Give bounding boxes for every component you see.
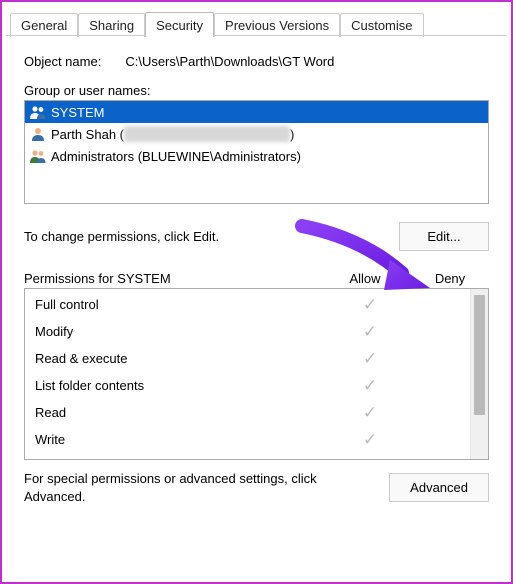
user-icon	[29, 126, 47, 142]
permission-row: Full control✓	[35, 291, 470, 318]
object-name-label: Object name:	[24, 54, 101, 69]
permission-row: Write✓	[35, 426, 470, 453]
permission-allow-check: ✓	[330, 376, 410, 396]
group-icon	[29, 148, 47, 164]
edit-button[interactable]: Edit...	[399, 222, 489, 251]
advanced-row: For special permissions or advanced sett…	[24, 470, 489, 505]
permissions-col-allow: Allow	[319, 271, 411, 286]
user-list-item[interactable]: Parth Shah ()	[25, 123, 488, 145]
permission-allow-check: ✓	[330, 430, 410, 450]
user-name: SYSTEM	[51, 105, 104, 120]
advanced-button[interactable]: Advanced	[389, 473, 489, 502]
permission-name: Modify	[35, 324, 330, 339]
object-name-value: C:\Users\Parth\Downloads\GT Word	[125, 54, 334, 69]
permission-allow-check: ✓	[330, 322, 410, 342]
group-label: Group or user names:	[24, 83, 489, 98]
scrollbar[interactable]	[470, 289, 488, 459]
permission-row: Modify✓	[35, 318, 470, 345]
permission-allow-check: ✓	[330, 349, 410, 369]
tab-previous-versions[interactable]: Previous Versions	[214, 13, 340, 37]
permission-row: Read & execute✓	[35, 345, 470, 372]
permission-name: List folder contents	[35, 378, 330, 393]
permission-name: Read & execute	[35, 351, 330, 366]
tab-strip: General Sharing Security Previous Versio…	[4, 8, 509, 36]
permissions-list: Full control✓Modify✓Read & execute✓List …	[24, 288, 489, 460]
user-list-item[interactable]: Administrators (BLUEWINE\Administrators)	[25, 145, 488, 167]
permissions-scroll[interactable]: Full control✓Modify✓Read & execute✓List …	[25, 289, 470, 459]
permission-name: Read	[35, 405, 330, 420]
properties-dialog: General Sharing Security Previous Versio…	[0, 0, 513, 584]
permission-name: Write	[35, 432, 330, 447]
object-name-row: Object name: C:\Users\Parth\Downloads\GT…	[24, 54, 489, 69]
edit-hint: To change permissions, click Edit.	[24, 229, 219, 244]
scrollbar-thumb[interactable]	[474, 295, 485, 415]
user-list[interactable]: SYSTEM Parth Shah () Administrators (BLU…	[24, 100, 489, 204]
user-name-suffix: )	[290, 127, 294, 142]
permissions-header: Permissions for SYSTEM Allow Deny	[24, 271, 489, 286]
edit-row: To change permissions, click Edit. Edit.…	[24, 222, 489, 251]
user-list-item[interactable]: SYSTEM	[25, 101, 488, 123]
user-name: Parth Shah (	[51, 127, 124, 142]
tab-sharing[interactable]: Sharing	[78, 13, 145, 37]
permission-allow-check: ✓	[330, 403, 410, 423]
tab-security[interactable]: Security	[145, 12, 214, 37]
permissions-title: Permissions for SYSTEM	[24, 271, 319, 286]
permission-name: Full control	[35, 297, 330, 312]
permissions-col-deny: Deny	[411, 271, 489, 286]
permission-allow-check: ✓	[330, 295, 410, 315]
group-section: Group or user names: SYSTEM Parth Shah (…	[24, 83, 489, 204]
redacted-text	[124, 126, 290, 142]
user-name: Administrators (BLUEWINE\Administrators)	[51, 149, 301, 164]
advanced-hint: For special permissions or advanced sett…	[24, 470, 324, 505]
permission-row: Read✓	[35, 399, 470, 426]
permission-row: List folder contents✓	[35, 372, 470, 399]
tab-content-security: Object name: C:\Users\Parth\Downloads\GT…	[4, 36, 509, 515]
tab-customise[interactable]: Customise	[340, 13, 423, 37]
tab-general[interactable]: General	[10, 13, 78, 37]
group-icon	[29, 104, 47, 120]
